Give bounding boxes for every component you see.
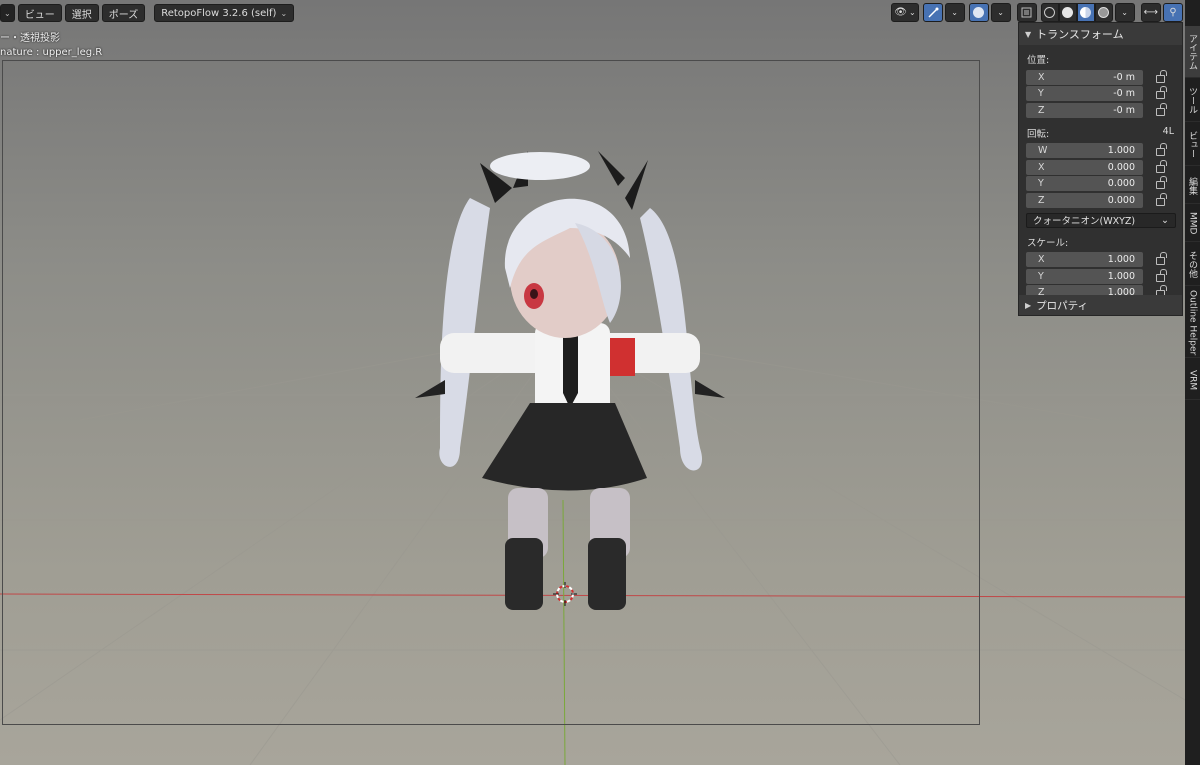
editor-type-chevron[interactable]: ⌄ — [0, 4, 15, 22]
sidebar-panel: ▼ トランスフォーム 位置: X -0 m Y -0 m Z -0 m 回転: 4L … — [1018, 22, 1183, 316]
tab-other[interactable]: その他 — [1185, 244, 1200, 286]
triangle-right-icon: ▶ — [1025, 300, 1032, 310]
rotation-y-row: Y 0.000 — [1019, 176, 1182, 193]
retopoflow-label: RetopoFlow 3.2.6 (self) — [161, 7, 277, 19]
properties-panel-header[interactable]: ▶ プロパティ — [1019, 295, 1182, 315]
rotation-mode-dropdown[interactable]: クォータニオン(WXYZ) ⌄ — [1026, 212, 1176, 228]
viewport-header: ⌄ ビュー 選択 ポーズ RetopoFlow 3.2.6 (self) ⌄ 👁… — [0, 0, 1185, 26]
location-label: 位置: — [1027, 55, 1050, 66]
character-model — [415, 151, 725, 610]
wireframe-shading-icon[interactable] — [1040, 3, 1059, 22]
lock-icon[interactable] — [1156, 268, 1167, 282]
transform-panel-header[interactable]: ▼ トランスフォーム — [1019, 23, 1182, 45]
chevron-down-icon: ⌄ — [1161, 214, 1169, 226]
rendered-shading-icon[interactable] — [1094, 3, 1113, 22]
location-y-field[interactable]: Y -0 m — [1026, 86, 1143, 102]
lock-icon[interactable] — [1156, 86, 1167, 100]
chevron-down-icon: ⌄ — [280, 8, 288, 18]
lock-icon[interactable] — [1156, 143, 1167, 157]
location-x-row: X -0 m — [1019, 69, 1182, 86]
rotation-x-row: X 0.000 — [1019, 159, 1182, 176]
visibility-icon[interactable]: 👁 ⌄ — [891, 3, 919, 22]
view-menu[interactable]: ビュー — [17, 4, 62, 22]
scale-x-row: X 1.000 — [1019, 252, 1182, 269]
view-mode-text: ー・透視投影 — [0, 33, 60, 44]
select-menu[interactable]: 選択 — [64, 4, 99, 22]
rotation-w-field[interactable]: W 1.000 — [1026, 143, 1143, 159]
rotation-x-field[interactable]: X 0.000 — [1026, 159, 1143, 175]
rotation-w-row: W 1.000 — [1019, 143, 1182, 160]
tab-outline-helper[interactable]: Outline Helper — [1185, 288, 1200, 358]
properties-title: プロパティ — [1036, 299, 1089, 312]
location-x-field[interactable]: X -0 m — [1026, 69, 1143, 85]
rotation-mode-short[interactable]: 4L — [1163, 126, 1174, 140]
gizmo-icon[interactable] — [922, 3, 943, 22]
3d-viewport[interactable]: ー・透視投影 nature : upper_leg.R ⌄ ビュー 選択 ポーズ… — [0, 0, 1185, 765]
scale-y-row: Y 1.000 — [1019, 268, 1182, 285]
pan-icon[interactable]: ⚲ — [1163, 3, 1183, 22]
overlay-dropdown-chevron[interactable]: ⌄ — [990, 3, 1011, 22]
tab-mmd[interactable]: MMD — [1185, 206, 1200, 242]
overlay-icon[interactable] — [968, 3, 989, 22]
viewport-info: ー・透視投影 nature : upper_leg.R — [0, 32, 102, 60]
tab-item[interactable]: アイテム — [1185, 26, 1200, 78]
rotation-y-field[interactable]: Y 0.000 — [1026, 176, 1143, 192]
lock-icon[interactable] — [1156, 159, 1167, 173]
gizmo-dropdown-chevron[interactable]: ⌄ — [944, 3, 965, 22]
tab-edit[interactable]: 編集 — [1185, 168, 1200, 204]
sidebar-tab-strip: アイテム ツール ビュー 編集 MMD その他 Outline Helper V… — [1185, 0, 1200, 765]
xray-icon[interactable] — [1016, 3, 1037, 22]
triangle-down-icon: ▼ — [1025, 29, 1032, 39]
lock-icon[interactable] — [1156, 176, 1167, 190]
lock-icon[interactable] — [1156, 192, 1167, 206]
scale-label: スケール: — [1027, 237, 1069, 249]
retopoflow-dropdown[interactable]: RetopoFlow 3.2.6 (self) ⌄ — [154, 4, 295, 22]
lock-icon[interactable] — [1156, 252, 1167, 266]
tab-view[interactable]: ビュー — [1185, 124, 1200, 166]
arrows-icon[interactable]: ⟷ — [1140, 3, 1161, 22]
transform-title: トランスフォーム — [1036, 28, 1124, 41]
3d-cursor-icon — [553, 582, 577, 606]
tab-vrm[interactable]: VRM — [1185, 362, 1200, 400]
rotation-label: 回転: — [1027, 128, 1050, 140]
tab-tool[interactable]: ツール — [1185, 80, 1200, 122]
location-y-row: Y -0 m — [1019, 86, 1182, 103]
shading-dropdown-chevron[interactable]: ⌄ — [1114, 3, 1135, 22]
location-z-field[interactable]: Z -0 m — [1026, 102, 1143, 118]
rotation-mode-value: クォータニオン(WXYZ) — [1033, 216, 1136, 227]
solid-shading-icon[interactable] — [1058, 3, 1077, 22]
location-z-row: Z -0 m — [1019, 102, 1182, 119]
rotation-z-field[interactable]: Z 0.000 — [1026, 192, 1143, 208]
material-shading-icon[interactable] — [1076, 3, 1095, 22]
rotation-z-row: Z 0.000 — [1019, 192, 1182, 209]
lock-icon[interactable] — [1156, 102, 1167, 116]
scale-y-field[interactable]: Y 1.000 — [1026, 268, 1143, 284]
lock-icon[interactable] — [1156, 69, 1167, 83]
scale-x-field[interactable]: X 1.000 — [1026, 252, 1143, 268]
active-bone-text: nature : upper_leg.R — [0, 47, 103, 58]
pose-menu[interactable]: ポーズ — [101, 4, 146, 22]
